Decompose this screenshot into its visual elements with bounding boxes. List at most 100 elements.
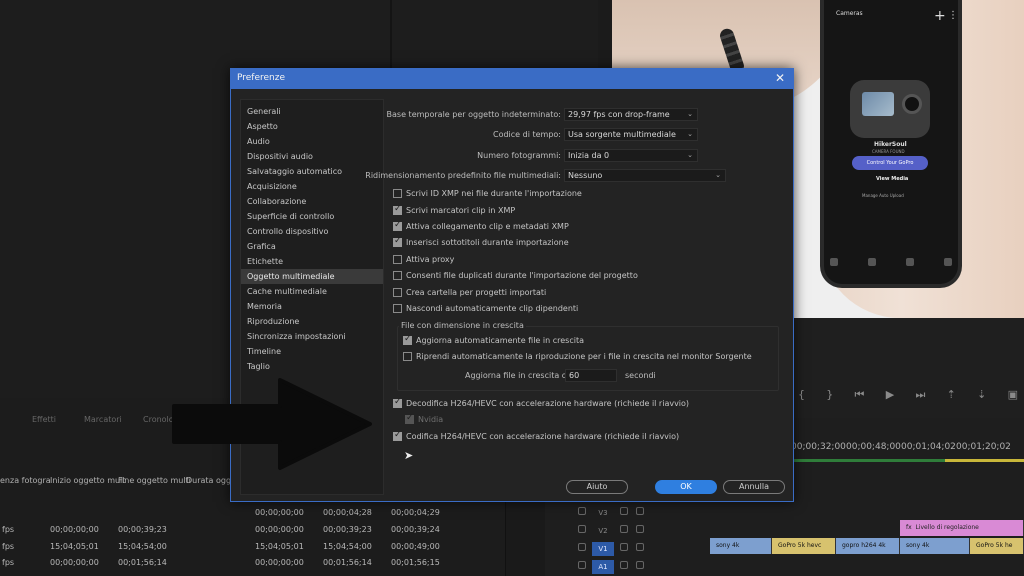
checkbox-box[interactable] — [393, 204, 402, 215]
checkbox-box[interactable] — [405, 413, 414, 424]
category-item-selected[interactable]: Oggetto multimediale — [241, 269, 383, 284]
category-item[interactable]: Generali — [241, 104, 383, 119]
lock-icon[interactable] — [578, 507, 586, 515]
checkbox-xmp-id[interactable]: Scrivi ID XMP nei file durante l'importa… — [393, 189, 582, 198]
mark-out-icon[interactable]: } — [826, 388, 833, 402]
sync-icon[interactable] — [620, 543, 628, 551]
tab-effetti[interactable]: Effetti — [32, 415, 56, 424]
track-label[interactable]: V3 — [592, 506, 614, 520]
ok-button[interactable]: OK — [655, 480, 717, 494]
lift-icon[interactable]: ⇡ — [947, 388, 956, 402]
track-label[interactable]: V2 — [592, 524, 614, 538]
category-item[interactable]: Sincronizza impostazioni — [241, 329, 383, 344]
dialog-title: Preferenze — [237, 73, 286, 83]
step-back-icon[interactable]: ⏮ — [855, 388, 865, 402]
table-cell: fps — [2, 542, 15, 551]
phone-upload-link: Manage Auto Upload — [862, 193, 904, 198]
checkbox-box[interactable] — [393, 430, 402, 441]
category-item[interactable]: Superficie di controllo — [241, 209, 383, 224]
checkbox-box[interactable] — [393, 288, 402, 297]
timeline-clip[interactable]: sony 4k — [710, 538, 772, 554]
timeline-clip[interactable]: GoPro 5k he — [970, 538, 1024, 554]
mark-in-icon[interactable]: { — [798, 388, 805, 402]
lock-icon[interactable] — [578, 525, 586, 533]
eye-icon[interactable] — [636, 543, 644, 551]
solo-icon[interactable] — [636, 561, 644, 569]
checkbox-box[interactable] — [393, 236, 402, 247]
close-icon[interactable]: ✕ — [775, 71, 785, 85]
checkbox-auto-update[interactable]: Aggiorna automaticamente file in crescit… — [403, 334, 584, 345]
timebase-select[interactable]: 29,97 fps con drop-frame ⌄ — [564, 108, 698, 121]
track-label[interactable]: V1 — [592, 542, 614, 556]
sync-icon[interactable] — [620, 525, 628, 533]
track-v2[interactable]: V2 — [560, 521, 710, 539]
checkbox-box[interactable] — [393, 189, 402, 198]
category-item[interactable]: Controllo dispositivo — [241, 224, 383, 239]
timeline-clip-adjustment[interactable]: fx Livello di regolazione — [900, 520, 1024, 536]
refresh-interval-input[interactable]: 60 — [565, 369, 617, 382]
column-header[interactable]: Fine oggetto multi — [118, 476, 191, 485]
checkbox-box[interactable] — [393, 255, 402, 264]
eye-icon[interactable] — [636, 507, 644, 515]
export-frame-icon[interactable]: ▣ — [1008, 388, 1018, 402]
framenum-select[interactable]: Inizia da 0 ⌄ — [564, 149, 698, 162]
phone-tab-bar — [830, 258, 952, 266]
cancel-button[interactable]: Annulla — [723, 480, 785, 494]
timecode-select[interactable]: Usa sorgente multimediale ⌄ — [564, 128, 698, 141]
category-item[interactable]: Taglio — [241, 359, 383, 374]
help-button[interactable]: Aiuto — [566, 480, 628, 494]
eye-icon[interactable] — [636, 525, 644, 533]
category-item[interactable]: Memoria — [241, 299, 383, 314]
checkbox-xmp-link[interactable]: Attiva collegamento clip e metadati XMP — [393, 220, 569, 231]
checkbox-folder[interactable]: Crea cartella per progetti importati — [393, 288, 546, 297]
mute-icon[interactable] — [620, 561, 628, 569]
dialog-titlebar[interactable]: Preferenze ✕ — [231, 69, 793, 89]
checkbox-hw-encode[interactable]: Codifica H264/HEVC con accelerazione har… — [393, 430, 679, 441]
category-item[interactable]: Collaborazione — [241, 194, 383, 209]
category-item[interactable]: Acquisizione — [241, 179, 383, 194]
checkbox-captions[interactable]: Inserisci sottotitoli durante importazio… — [393, 236, 569, 247]
category-item[interactable]: Aspetto — [241, 119, 383, 134]
track-a1[interactable]: A1 — [560, 557, 710, 575]
checkbox-hide-dependent[interactable]: Nascondi automaticamente clip dipendenti — [393, 304, 578, 313]
tab-marcatori[interactable]: Marcatori — [84, 415, 122, 424]
track-v1[interactable]: V1 — [560, 539, 710, 557]
resize-select[interactable]: Nessuno ⌄ — [564, 169, 726, 182]
table-cell: 15;04;05;01 — [255, 542, 304, 551]
column-header[interactable]: Inizio oggetto mult — [50, 476, 125, 485]
table-cell: 00;00;04;28 — [323, 508, 372, 517]
lock-icon[interactable] — [578, 543, 586, 551]
play-icon[interactable]: ▶ — [886, 388, 894, 402]
checkbox-box[interactable] — [393, 271, 402, 280]
category-item[interactable]: Audio — [241, 134, 383, 149]
timeline-clip[interactable]: GoPro 5k hevc — [772, 538, 836, 554]
timeline-clip[interactable]: gopro h264 4k — [836, 538, 900, 554]
category-item[interactable]: Salvataggio automatico — [241, 164, 383, 179]
extract-icon[interactable]: ⇣ — [977, 388, 986, 402]
checkbox-hw-decode[interactable]: Decodifica H264/HEVC con accelerazione h… — [393, 397, 689, 408]
category-item[interactable]: Timeline — [241, 344, 383, 359]
timeline-clip[interactable]: sony 4k — [900, 538, 970, 554]
sync-icon[interactable] — [620, 507, 628, 515]
checkbox-box[interactable] — [403, 352, 412, 361]
category-item[interactable]: Grafica — [241, 239, 383, 254]
checkbox-resume-playback[interactable]: Riprendi automaticamente la riproduzione… — [403, 352, 752, 361]
checkbox-duplicates[interactable]: Consenti file duplicati durante l'import… — [393, 271, 638, 280]
column-header[interactable]: enza fotogra — [0, 476, 51, 485]
category-item[interactable]: Cache multimediale — [241, 284, 383, 299]
checkbox-nvidia[interactable]: Nvidia — [405, 413, 443, 424]
checkbox-box[interactable] — [393, 397, 402, 408]
checkbox-xmp-markers[interactable]: Scrivi marcatori clip in XMP — [393, 204, 515, 215]
category-item[interactable]: Dispositivi audio — [241, 149, 383, 164]
lock-icon[interactable] — [578, 561, 586, 569]
checkbox-box[interactable] — [393, 304, 402, 313]
checkbox-box[interactable] — [393, 220, 402, 231]
step-forward-icon[interactable]: ⏭ — [915, 388, 925, 402]
category-item[interactable]: Etichette — [241, 254, 383, 269]
checkbox-proxy[interactable]: Attiva proxy — [393, 255, 454, 264]
category-item[interactable]: Riproduzione — [241, 314, 383, 329]
track-label[interactable]: A1 — [592, 560, 614, 574]
track-v3[interactable]: V3 — [560, 503, 710, 521]
checkbox-box[interactable] — [403, 334, 412, 345]
chevron-down-icon: ⌄ — [687, 110, 693, 118]
